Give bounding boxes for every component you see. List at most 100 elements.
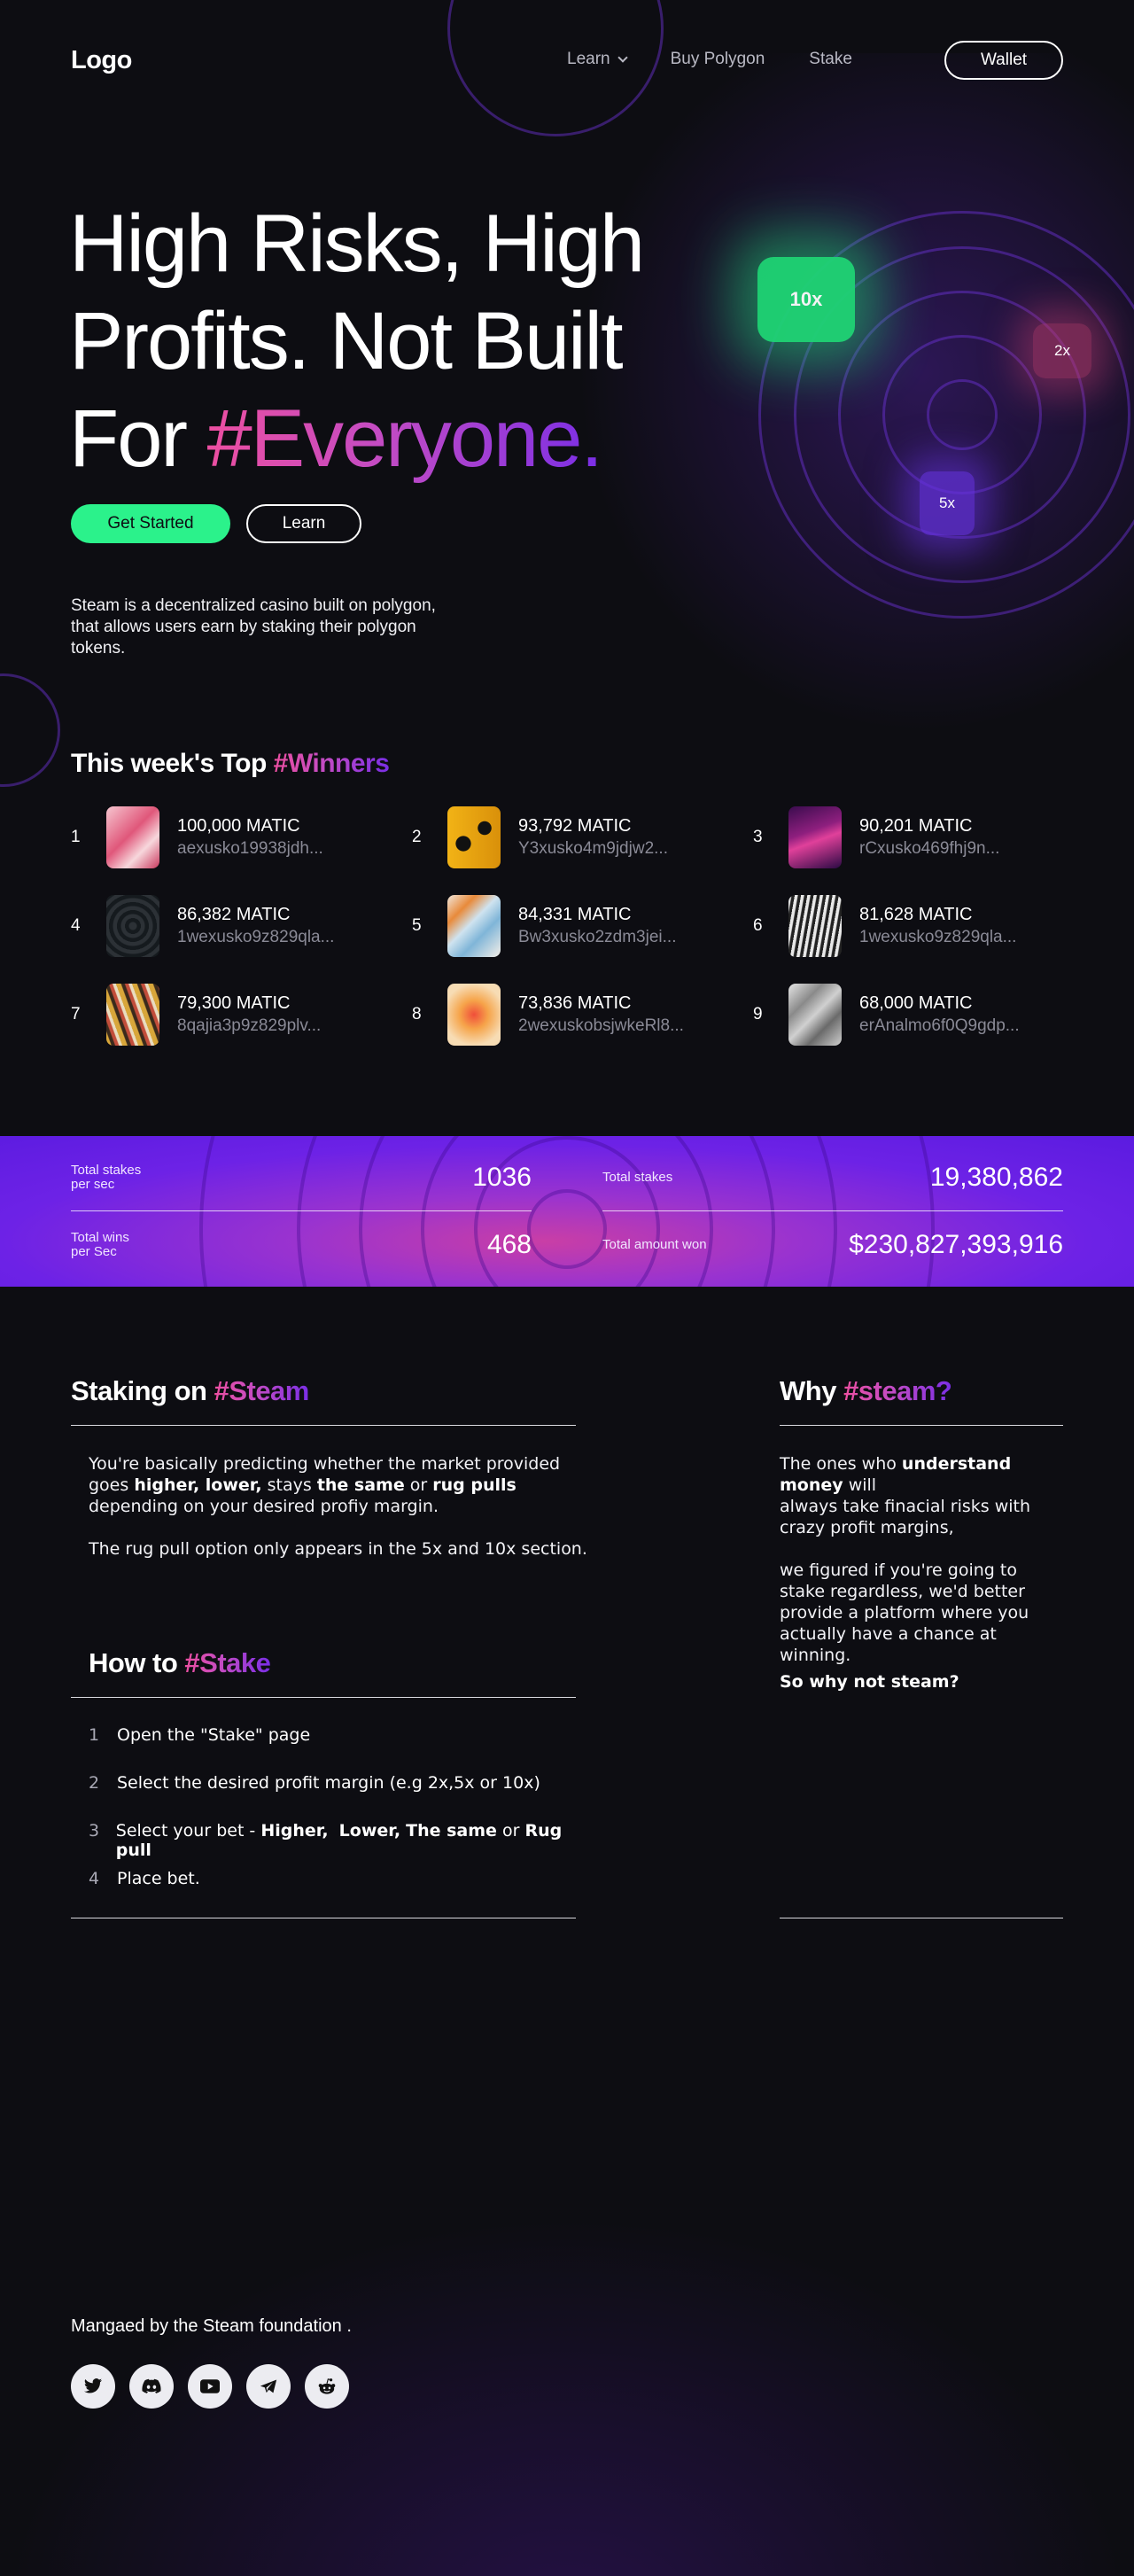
main-nav: Learn Buy Polygon Stake bbox=[567, 50, 852, 69]
step-item: 2 Select the desired profit margin (e.g … bbox=[89, 1773, 585, 1821]
step-number: 4 bbox=[89, 1869, 100, 1888]
divider bbox=[71, 1425, 576, 1426]
stat-amount-won: Total amount won $230,827,393,916 bbox=[602, 1230, 1063, 1260]
winner-amount: 81,628 MATIC bbox=[859, 905, 973, 924]
social-links bbox=[71, 2364, 349, 2409]
text-span: or bbox=[496, 1821, 525, 1841]
text-bold: Lower, bbox=[338, 1821, 401, 1841]
winner-rank: 1 bbox=[71, 828, 81, 846]
text-span: always take finacial risks with crazy pr… bbox=[780, 1497, 1031, 1537]
stat-total-stakes: Total stakes 19,380,862 bbox=[602, 1163, 1063, 1193]
winner-rank: 7 bbox=[71, 1005, 81, 1023]
winner-item[interactable]: 4 86,382 MATIC 1wexusko9z829qla... bbox=[71, 895, 412, 957]
winner-rank: 5 bbox=[412, 916, 422, 935]
winner-avatar bbox=[788, 895, 842, 957]
step-number: 1 bbox=[89, 1725, 100, 1745]
winner-item[interactable]: 1 100,000 MATIC aexusko19938jdh... bbox=[71, 806, 412, 868]
text-bold: higher, lower, bbox=[134, 1475, 262, 1495]
winner-avatar bbox=[447, 806, 501, 868]
winner-item[interactable]: 9 68,000 MATIC erAnalmo6f0Q9gdp... bbox=[753, 984, 1063, 1046]
get-started-button[interactable]: Get Started bbox=[71, 504, 230, 543]
multiplier-badge-5x: 5x bbox=[920, 471, 975, 535]
header: Logo Learn Buy Polygon Stake Wallet bbox=[71, 41, 1063, 80]
winner-address: rCxusko469fhj9n... bbox=[859, 839, 1000, 858]
hero-title: High Risks, High Profits. Not Built For … bbox=[69, 195, 707, 487]
step-item: 1 Open the "Stake" page bbox=[89, 1725, 585, 1773]
logo[interactable]: Logo bbox=[71, 46, 132, 75]
text-span: will bbox=[843, 1475, 877, 1495]
hero-title-accent: #Everyone. bbox=[206, 393, 603, 484]
text-bold: The same bbox=[406, 1821, 497, 1841]
nav-item-learn[interactable]: Learn bbox=[567, 50, 628, 69]
footer-text: Mangaed by the Steam foundation . bbox=[71, 2316, 352, 2336]
why-closing: So why not steam? bbox=[780, 1671, 1063, 1693]
staking-description: You're basically predicting whether the … bbox=[89, 1453, 585, 1517]
winner-avatar bbox=[788, 984, 842, 1046]
winner-item[interactable]: 6 81,628 MATIC 1wexusko9z829qla... bbox=[753, 895, 1063, 957]
winner-amount: 100,000 MATIC bbox=[177, 816, 300, 836]
winner-avatar bbox=[106, 984, 159, 1046]
stat-value: 1036 bbox=[472, 1163, 532, 1192]
twitter-icon[interactable] bbox=[71, 2364, 115, 2409]
telegram-icon[interactable] bbox=[246, 2364, 291, 2409]
hero-title-line: High Risks, High bbox=[69, 198, 645, 289]
winner-rank: 9 bbox=[753, 1005, 763, 1023]
winner-avatar bbox=[106, 806, 159, 868]
why-title-text: Why bbox=[780, 1375, 844, 1406]
hero-buttons: Get Started Learn bbox=[71, 504, 361, 543]
winner-address: 1wexusko9z829qla... bbox=[177, 928, 335, 946]
winner-address: Bw3xusko2zdm3jei... bbox=[518, 928, 677, 946]
winner-item[interactable]: 5 84,331 MATIC Bw3xusko2zdm3jei... bbox=[412, 895, 753, 957]
winner-item[interactable]: 8 73,836 MATIC 2wexuskobsjwkeRl8... bbox=[412, 984, 753, 1046]
stat-label-line: Total wins bbox=[71, 1230, 129, 1245]
why-title-accent: #steam? bbox=[843, 1375, 952, 1406]
how-to-title: How to #Stake bbox=[89, 1647, 271, 1679]
nav-item-label: Learn bbox=[567, 50, 610, 68]
nav-item-stake[interactable]: Stake bbox=[809, 50, 852, 69]
winner-address: aexusko19938jdh... bbox=[177, 839, 323, 858]
staking-title: Staking on #Steam bbox=[71, 1375, 309, 1407]
stat-value: 468 bbox=[486, 1230, 532, 1259]
winner-rank: 3 bbox=[753, 828, 763, 846]
winner-address: 2wexuskobsjwkeRl8... bbox=[518, 1016, 684, 1035]
divider bbox=[71, 1210, 532, 1211]
discord-icon[interactable] bbox=[129, 2364, 174, 2409]
text-span: or bbox=[404, 1475, 433, 1495]
step-text: Select your bet - Higher, Lower, The sam… bbox=[116, 1821, 585, 1860]
winner-item[interactable]: 2 93,792 MATIC Y3xusko4m9jdjw2... bbox=[412, 806, 753, 868]
text-span: Select your bet - bbox=[115, 1821, 261, 1841]
winner-address: Y3xusko4m9jdjw2... bbox=[518, 839, 668, 858]
youtube-icon[interactable] bbox=[188, 2364, 232, 2409]
stat-label-line: Total stakes bbox=[71, 1163, 142, 1178]
stat-label: Total amount won bbox=[602, 1237, 707, 1252]
wallet-button[interactable]: Wallet bbox=[944, 41, 1063, 80]
text-span: depending on your desired profiy margin. bbox=[89, 1497, 439, 1516]
staking-title-text: Staking on bbox=[71, 1375, 214, 1406]
learn-button[interactable]: Learn bbox=[246, 504, 361, 543]
step-number: 3 bbox=[89, 1821, 100, 1841]
reddit-icon[interactable] bbox=[305, 2364, 349, 2409]
winner-item[interactable]: 3 90,201 MATIC rCxusko469fhj9n... bbox=[753, 806, 1063, 868]
winners-title-text: This week's Top bbox=[71, 749, 274, 778]
winner-amount: 68,000 MATIC bbox=[859, 993, 973, 1013]
winners-grid: 1 100,000 MATIC aexusko19938jdh... 2 93,… bbox=[71, 806, 1063, 1046]
winner-avatar bbox=[106, 895, 159, 957]
stat-label: Total wins per Sec bbox=[71, 1231, 129, 1259]
winner-rank: 6 bbox=[753, 916, 763, 935]
decorative-ring bbox=[199, 1136, 935, 1287]
divider bbox=[780, 1425, 1063, 1426]
text-span: The ones who bbox=[780, 1454, 902, 1474]
stat-value: 19,380,862 bbox=[929, 1163, 1063, 1192]
winner-address: 8qajia3p9z829plv... bbox=[177, 1016, 322, 1035]
winner-item[interactable]: 7 79,300 MATIC 8qajia3p9z829plv... bbox=[71, 984, 412, 1046]
nav-item-buy-polygon[interactable]: Buy Polygon bbox=[671, 50, 765, 69]
how-to-title-text: How to bbox=[89, 1647, 185, 1678]
winner-avatar bbox=[447, 984, 501, 1046]
winner-avatar bbox=[788, 806, 842, 868]
step-number: 2 bbox=[89, 1773, 100, 1793]
stat-stakes-per-sec: Total stakes per sec 1036 bbox=[71, 1163, 532, 1193]
why-paragraph: The ones who understand money will alway… bbox=[780, 1453, 1063, 1538]
page: Logo Learn Buy Polygon Stake Wallet High… bbox=[0, 0, 1134, 2576]
winner-address: 1wexusko9z829qla... bbox=[859, 928, 1017, 946]
divider bbox=[71, 1697, 576, 1698]
